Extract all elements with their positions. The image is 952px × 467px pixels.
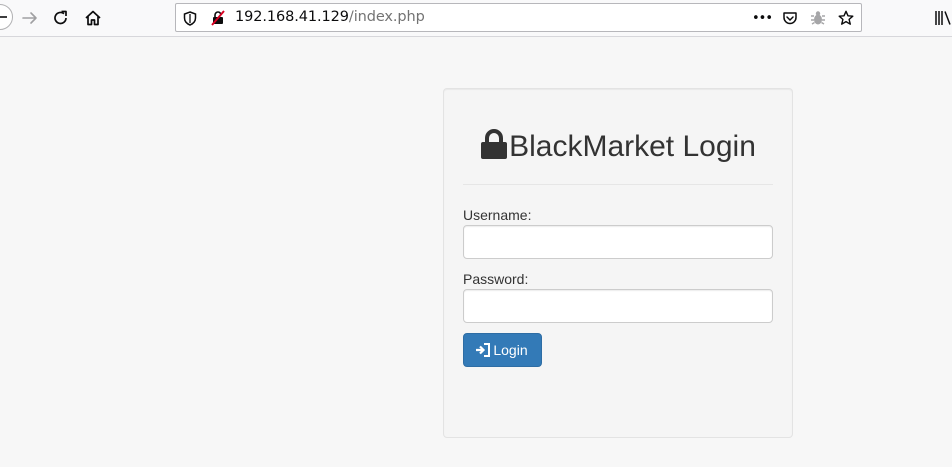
- insecure-connection-icon[interactable]: [210, 10, 226, 26]
- username-input[interactable]: [463, 225, 773, 259]
- home-button[interactable]: [80, 5, 106, 31]
- tracking-shield-icon[interactable]: [182, 10, 198, 26]
- bug-icon[interactable]: [810, 10, 826, 26]
- library-button[interactable]: [934, 9, 952, 27]
- library-icon: [935, 11, 951, 25]
- home-icon: [85, 10, 101, 26]
- url-text[interactable]: 192.168.41.129/index.php: [235, 9, 425, 25]
- bookmark-star-icon[interactable]: [838, 10, 854, 26]
- password-label: Password:: [463, 271, 529, 287]
- forward-arrow-icon: [22, 12, 37, 24]
- page-actions-label: •••: [752, 10, 773, 26]
- back-button[interactable]: [0, 4, 13, 30]
- reload-button[interactable]: [48, 5, 74, 31]
- login-heading: BlackMarket Login: [444, 129, 792, 168]
- login-button[interactable]: Login: [463, 333, 542, 367]
- login-panel: BlackMarket Login Username: Password: Lo…: [443, 88, 793, 438]
- back-arrow-icon: [0, 16, 7, 18]
- url-path: /index.php: [348, 9, 425, 25]
- login-button-label: Login: [493, 342, 528, 358]
- login-title: BlackMarket Login: [509, 130, 756, 163]
- forward-button[interactable]: [17, 5, 43, 31]
- url-bar[interactable]: 192.168.41.129/index.php •••: [175, 3, 862, 32]
- url-host: 192.168.41.129: [235, 9, 349, 25]
- reload-icon: [54, 10, 67, 25]
- sign-in-icon: [476, 343, 491, 357]
- username-label: Username:: [463, 207, 532, 223]
- browser-toolbar: 192.168.41.129/index.php •••: [0, 0, 952, 37]
- lock-icon: [480, 129, 508, 168]
- heading-divider: [463, 184, 773, 185]
- pocket-icon[interactable]: [782, 10, 798, 26]
- password-input[interactable]: [463, 289, 773, 323]
- page-actions-icon[interactable]: •••: [752, 10, 773, 26]
